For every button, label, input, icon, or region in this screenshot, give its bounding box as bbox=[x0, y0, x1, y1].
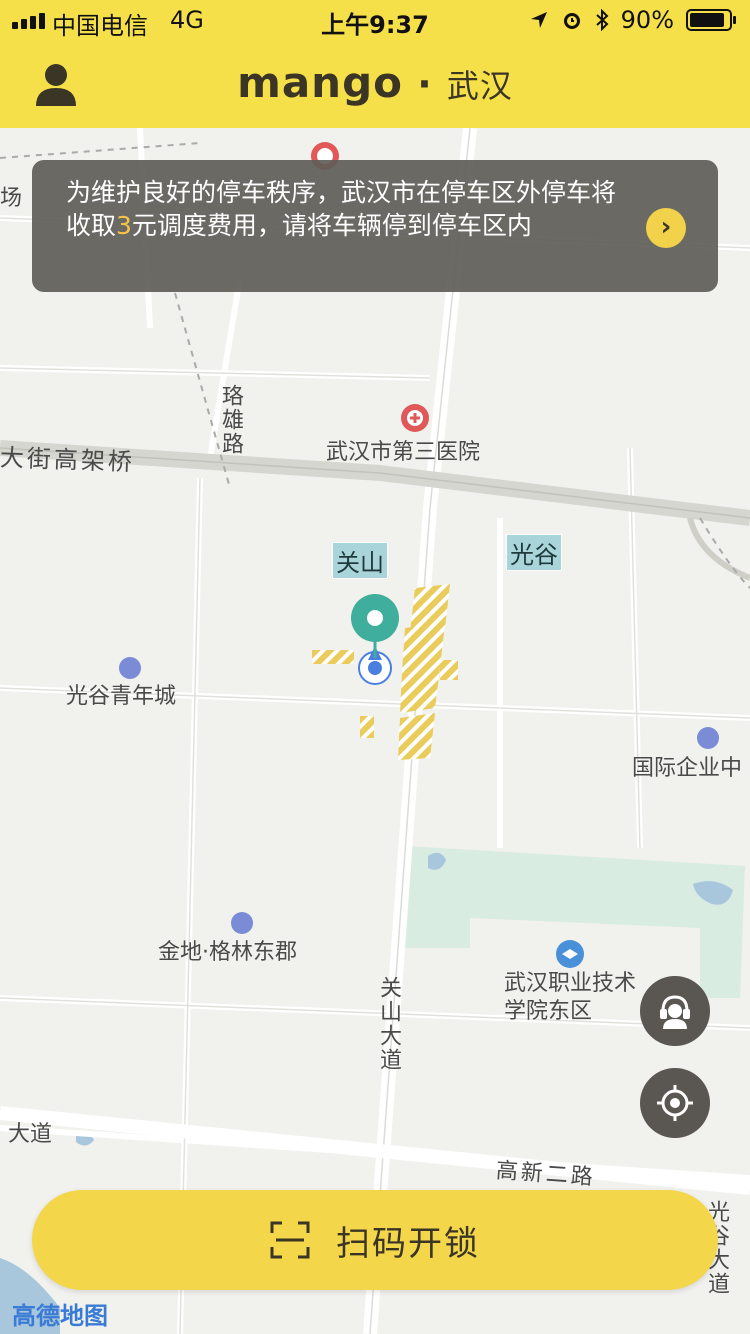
school-marker bbox=[556, 940, 584, 968]
map-label-guanshan-avenue: 关山大道 bbox=[376, 976, 401, 1072]
parking-notice-banner[interactable]: 为维护良好的停车秩序，武汉市在停车区外停车将收取3元调度费用，请将车辆停到停车区… bbox=[32, 160, 718, 292]
map-label-luoxiong-road: 珞雄路 bbox=[218, 384, 243, 456]
locate-me-button[interactable] bbox=[640, 1068, 710, 1138]
map-label-elevated-road: 大街高架桥 bbox=[0, 443, 136, 477]
battery-percent: 90% bbox=[620, 6, 674, 34]
brand-title: mango · 武汉 bbox=[0, 58, 750, 107]
map-label-vocational-college: 武汉职业技术学院东区 bbox=[504, 971, 637, 1024]
scan-unlock-button[interactable]: 扫码开锁 bbox=[32, 1190, 718, 1290]
customer-service-button[interactable] bbox=[640, 976, 710, 1046]
map-label-guanggu-youth-city: 光谷青年城 bbox=[66, 684, 177, 709]
status-right: 90% bbox=[529, 6, 736, 34]
map-attribution: 高德地图 bbox=[12, 1302, 108, 1330]
battery-icon bbox=[686, 9, 736, 31]
map-label-hospital: 武汉市第三医院 bbox=[326, 440, 481, 465]
notice-text-part2: 元调度费用，请将车辆停到停车区内 bbox=[131, 211, 532, 240]
area-tag-guanggu: 光谷 bbox=[506, 534, 562, 571]
status-bar: 中国电信 4G 上午9:37 90% bbox=[0, 0, 750, 40]
notice-fee: 3 bbox=[116, 211, 132, 240]
selected-pin-marker bbox=[351, 594, 399, 658]
bluetooth-icon bbox=[595, 9, 609, 31]
alarm-icon bbox=[563, 13, 580, 29]
map-label-jindi-gelin: 金地·格林东郡 bbox=[158, 940, 297, 965]
map-label-left-edge: 场 bbox=[0, 186, 23, 211]
brand-logo: mango bbox=[237, 58, 403, 107]
map-view[interactable]: 场 大街高架桥 珞雄路 武汉市第三医院 关山 光谷 光谷青年城 国际企业中 金地… bbox=[0, 128, 750, 1334]
notice-text: 为维护良好的停车秩序，武汉市在停车区外停车将收取3元调度费用，请将车辆停到停车区… bbox=[66, 176, 636, 242]
scan-unlock-label: 扫码开锁 bbox=[336, 1223, 480, 1264]
app-bar: mango · 武汉 bbox=[0, 40, 750, 128]
header: 中国电信 4G 上午9:37 90% mango · 武汉 bbox=[0, 0, 750, 128]
scan-icon bbox=[270, 1221, 310, 1259]
battery-fill bbox=[690, 13, 725, 27]
map-roads bbox=[0, 128, 750, 1334]
area-tag-guanshan: 关山 bbox=[332, 542, 388, 579]
hospital-marker bbox=[401, 404, 429, 432]
headset-icon bbox=[660, 995, 690, 1029]
city-name: 武汉 bbox=[446, 67, 513, 105]
chevron-right-icon[interactable]: › bbox=[646, 208, 686, 248]
map-label-international-enterprise: 国际企业中 bbox=[632, 756, 743, 781]
locate-icon bbox=[657, 1085, 693, 1121]
map-label-dadao: 大道 bbox=[8, 1122, 53, 1147]
map-label-gaoxin-road: 高新二路 bbox=[495, 1158, 597, 1191]
location-arrow-icon bbox=[530, 12, 547, 28]
brand-separator: · bbox=[417, 62, 433, 106]
